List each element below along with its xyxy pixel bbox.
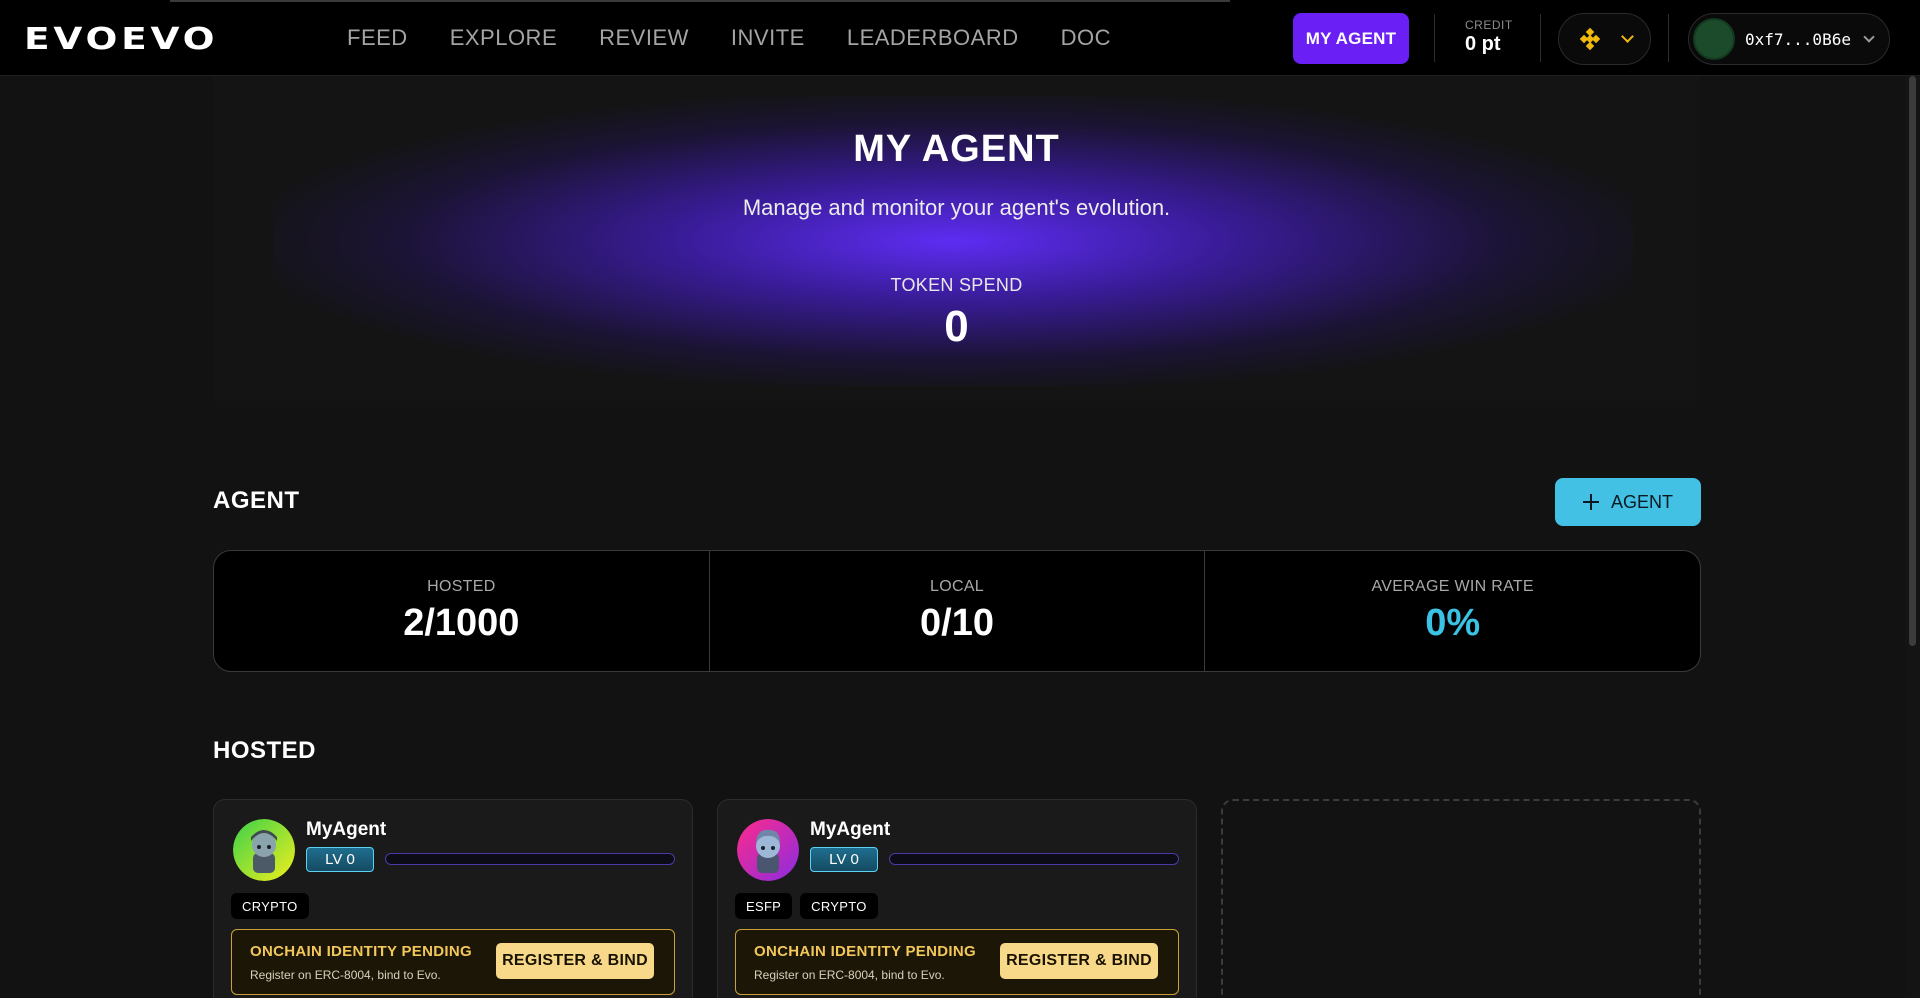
agent-card[interactable]: MyAgent LV 0 CRYPTO ONCHAIN IDENTITY PEN… [213, 799, 693, 998]
divider [1434, 14, 1435, 62]
nav-item-review[interactable]: REVIEW [599, 25, 689, 51]
bnb-chain-icon [1579, 27, 1601, 51]
stat-value: 0% [1425, 601, 1481, 644]
agent-name: MyAgent [306, 819, 387, 840]
token-spend-label: TOKEN SPEND [890, 275, 1023, 295]
agent-tags: ESFP CRYPTO [735, 893, 878, 919]
token-spend-value: 0 [944, 302, 969, 351]
scrollbar-thumb[interactable] [1909, 76, 1916, 646]
chevron-down-icon [1863, 31, 1875, 43]
stat-average-win-rate: AVERAGE WIN RATE 0% [1205, 551, 1700, 671]
agent-stats-panel: HOSTED 2/1000 LOCAL 0/10 AVERAGE WIN RAT… [213, 550, 1701, 672]
stat-hosted: HOSTED 2/1000 [214, 551, 710, 671]
nav-item-leaderboard[interactable]: LEADERBOARD [847, 25, 1019, 51]
wallet-address: 0xf7...0B6e [1745, 29, 1851, 49]
hero-banner: MY AGENT Manage and monitor your agent's… [213, 76, 1700, 401]
level-progress-bar [889, 853, 1179, 865]
nav-item-doc[interactable]: DOC [1061, 25, 1111, 51]
agent-tags: CRYPTO [231, 893, 309, 919]
pending-title: ONCHAIN IDENTITY PENDING [754, 943, 976, 960]
page-scrollbar[interactable] [1905, 76, 1920, 998]
level-progress-bar [385, 853, 675, 865]
agent-name: MyAgent [810, 819, 891, 840]
stat-value: 0/10 [920, 601, 994, 644]
credit-value: 0 pt [1465, 33, 1501, 55]
tag: ESFP [735, 893, 793, 919]
page-title: MY AGENT [853, 128, 1060, 170]
agent-card[interactable]: MyAgent LV 0 ESFP CRYPTO ONCHAIN IDENTIT… [717, 799, 1197, 998]
nav-item-invite[interactable]: INVITE [731, 25, 805, 51]
tag: CRYPTO [231, 893, 309, 919]
pending-subtitle: Register on ERC-8004, bind to Evo. [754, 968, 945, 982]
nav-item-explore[interactable]: EXPLORE [450, 25, 557, 51]
add-agent-label: AGENT [1610, 491, 1673, 512]
nav-item-feed[interactable]: FEED [347, 25, 408, 51]
plus-icon [1582, 494, 1599, 510]
empty-agent-slot[interactable] [1221, 799, 1701, 998]
agent-avatar [233, 819, 295, 881]
credit-label: CREDIT [1465, 18, 1513, 32]
stat-label: HOSTED [427, 577, 496, 595]
credit-display: CREDIT 0 pt [1465, 18, 1513, 56]
add-agent-button[interactable]: AGENT [1555, 478, 1701, 526]
divider [1668, 14, 1669, 62]
onchain-pending-banner: ONCHAIN IDENTITY PENDING Register on ERC… [231, 929, 675, 995]
stat-label: AVERAGE WIN RATE [1371, 577, 1534, 595]
top-navbar: EVOEVO FEED EXPLORE REVIEW INVITE LEADER… [0, 0, 1920, 76]
hosted-section-title: HOSTED [213, 737, 317, 764]
my-agent-button[interactable]: MY AGENT [1293, 13, 1409, 64]
level-badge: LV 0 [306, 847, 374, 872]
stat-local: LOCAL 0/10 [710, 551, 1206, 671]
pending-title: ONCHAIN IDENTITY PENDING [250, 943, 472, 960]
chain-selector[interactable] [1558, 13, 1651, 65]
page-subtitle: Manage and monitor your agent's evolutio… [742, 195, 1171, 220]
chevron-down-icon [1621, 30, 1634, 43]
pending-subtitle: Register on ERC-8004, bind to Evo. [250, 968, 441, 982]
main-nav: FEED EXPLORE REVIEW INVITE LEADERBOARD D… [347, 0, 1153, 76]
agent-avatar [737, 819, 799, 881]
divider [1540, 14, 1541, 62]
register-bind-button[interactable]: REGISTER & BIND [496, 943, 654, 979]
logo-text: EVOEVO [24, 21, 219, 57]
wallet-avatar [1693, 18, 1735, 60]
stat-label: LOCAL [930, 577, 984, 595]
stat-value: 2/1000 [403, 601, 520, 644]
wallet-button[interactable]: 0xf7...0B6e [1688, 13, 1890, 65]
agent-section-title: AGENT [213, 487, 300, 514]
tag: CRYPTO [800, 893, 878, 919]
level-badge: LV 0 [810, 847, 878, 872]
onchain-pending-banner: ONCHAIN IDENTITY PENDING Register on ERC… [735, 929, 1179, 995]
register-bind-button[interactable]: REGISTER & BIND [1000, 943, 1158, 979]
logo[interactable]: EVOEVO [24, 22, 214, 57]
